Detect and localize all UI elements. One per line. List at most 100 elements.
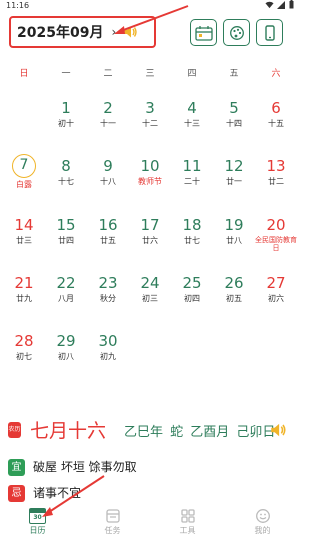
nav-tab-tasks[interactable]: 任务: [75, 506, 150, 540]
calendar-day-cell[interactable]: 3 十二: [129, 96, 171, 142]
calendar-day-cell[interactable]: 15 廿四: [45, 213, 87, 259]
calendar-day-cell[interactable]: 23 秋分: [87, 271, 129, 317]
nav-tab-profile[interactable]: 我的: [225, 506, 300, 540]
calendar-day-cell[interactable]: 2 十一: [87, 96, 129, 142]
day-number: 20: [266, 216, 286, 234]
lunar-day-label: 十一: [100, 119, 116, 128]
lunar-day-label: 十四: [226, 119, 242, 128]
widget-button[interactable]: [190, 19, 217, 46]
day-number: 9: [103, 157, 113, 175]
weekday-header: 日一二三四五六: [0, 66, 300, 80]
widget-icon: [194, 25, 213, 41]
lunar-day-label: 廿九: [16, 294, 32, 303]
speaker-icon[interactable]: [269, 421, 287, 439]
day-number: 1: [61, 99, 71, 117]
lunar-day-label: 十五: [268, 119, 284, 128]
calendar-day-cell[interactable]: 7 白露: [3, 154, 45, 200]
calendar-30-icon: 30: [29, 508, 46, 524]
yi-text: 破屋 坏垣 馀事勿取: [33, 460, 137, 474]
day-number: 4: [187, 99, 197, 117]
calendar-day-cell[interactable]: 27 初六: [255, 271, 297, 317]
calendar-day-cell[interactable]: 22 八月: [45, 271, 87, 317]
lunar-day-label: 初九: [100, 352, 116, 361]
day-number: 24: [140, 274, 160, 292]
lunar-day-label: 廿四: [58, 236, 74, 245]
lunar-day-label: 廿一: [226, 177, 242, 186]
lunar-day-label: 初七: [16, 352, 32, 361]
lunar-day-label: 十八: [100, 177, 116, 186]
day-number: 14: [14, 216, 34, 234]
calendar-day-cell[interactable]: 6 十五: [255, 96, 297, 142]
ganzhi-text: 乙巳年 蛇 乙酉月 己卯日: [124, 425, 276, 440]
day-number: 16: [98, 216, 118, 234]
lunar-day-label: 廿六: [142, 236, 158, 245]
status-bar: 11:16: [0, 0, 300, 12]
task-icon: [105, 509, 120, 523]
lunar-day-label: 初六: [268, 294, 284, 303]
day-number: 28: [14, 332, 34, 350]
day-number: 6: [271, 99, 281, 117]
day-number: 5: [229, 99, 239, 117]
day-number: 17: [140, 216, 160, 234]
lunar-day-label: 初十: [58, 119, 74, 128]
day-number: 10: [140, 157, 160, 175]
calendar-day-cell[interactable]: 1 初十: [45, 96, 87, 142]
calendar-day-cell[interactable]: 17 廿六: [129, 213, 171, 259]
calendar-day-cell[interactable]: 28 初七: [3, 329, 45, 375]
day-info-panel: 农历 七月十六 乙巳年 蛇 乙酉月 己卯日 宜 破屋 坏垣 馀事勿取 忌 诸事不…: [0, 404, 300, 508]
day-number: 25: [182, 274, 202, 292]
ji-tag: 忌: [8, 485, 25, 502]
speaker-icon[interactable]: [122, 24, 138, 40]
calendar-day-cell[interactable]: 8 十七: [45, 154, 87, 200]
day-number: 26: [224, 274, 244, 292]
theme-button[interactable]: [223, 19, 250, 46]
lunar-day-label: 白露: [16, 180, 32, 189]
grid-icon: [180, 509, 195, 523]
smiley-icon: [255, 509, 270, 523]
calendar-day-cell[interactable]: 9 十八: [87, 154, 129, 200]
calendar-day-cell[interactable]: 12 廿一: [213, 154, 255, 200]
ji-text: 诸事不宜: [33, 486, 82, 500]
phone-button[interactable]: [256, 19, 283, 46]
yi-tag: 宜: [8, 459, 25, 476]
day-number: 8: [61, 157, 71, 175]
calendar-day-cell[interactable]: 19 廿八: [213, 213, 255, 259]
calendar-day-cell[interactable]: 14 廿三: [3, 213, 45, 259]
nav-label-calendar: 日历: [29, 526, 46, 535]
calendar-day-cell[interactable]: 25 初四: [171, 271, 213, 317]
weekday-label: 三: [145, 69, 155, 79]
calendar-day-cell[interactable]: 11 二十: [171, 154, 213, 200]
lunar-tag: 农历: [8, 422, 21, 438]
calendar-day-cell[interactable]: 4 十三: [171, 96, 213, 142]
day-number: 18: [182, 216, 202, 234]
lunar-day-label: 十二: [142, 119, 158, 128]
calendar-day-cell[interactable]: 16 廿五: [87, 213, 129, 259]
calendar-day-cell[interactable]: 26 初五: [213, 271, 255, 317]
calendar-day-cell[interactable]: 5 十四: [213, 96, 255, 142]
weekday-label: 一: [61, 69, 71, 79]
status-icons: [265, 0, 294, 11]
calendar-day-cell[interactable]: 13 廿二: [255, 154, 297, 200]
nav-tab-tools[interactable]: 工具: [150, 506, 225, 540]
calendar-day-cell[interactable]: 10 教师节: [129, 154, 171, 200]
month-label: 2025年09月: [17, 25, 104, 41]
calendar-day-cell[interactable]: 20 全民国防教育日: [255, 213, 297, 259]
calendar-day-cell[interactable]: 24 初三: [129, 271, 171, 317]
nav-tab-calendar[interactable]: 30 日历: [0, 506, 75, 540]
lunar-day-label: 廿三: [16, 236, 32, 245]
calendar-day-cell[interactable]: 29 初八: [45, 329, 87, 375]
lunar-day-label: 初五: [226, 294, 242, 303]
month-selector-button[interactable]: 2025年09月 ›: [9, 16, 156, 48]
day-number: 29: [56, 332, 76, 350]
lunar-day-label: 秋分: [100, 294, 116, 303]
bottom-nav: 30 日历 任务 工具 我的: [0, 506, 300, 540]
day-number: 19: [224, 216, 244, 234]
calendar-day-cell[interactable]: 18 廿七: [171, 213, 213, 259]
calendar-day-cell[interactable]: 30 初九: [87, 329, 129, 375]
lunar-day-label: 初八: [58, 352, 74, 361]
palette-icon: [229, 25, 244, 40]
lunar-day-label: 教师节: [138, 177, 162, 186]
weekday-label: 六: [271, 69, 281, 79]
lunar-day-label: 廿五: [100, 236, 116, 245]
calendar-day-cell[interactable]: 21 廿九: [3, 271, 45, 317]
